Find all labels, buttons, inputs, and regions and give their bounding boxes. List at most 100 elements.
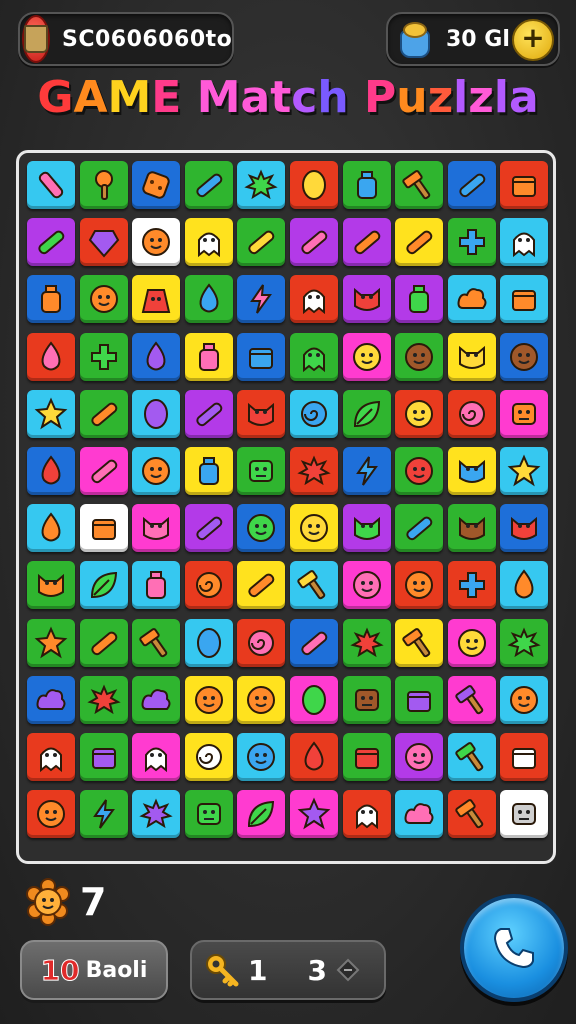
- game-tile[interactable]: [500, 732, 549, 781]
- game-tile[interactable]: [237, 675, 286, 724]
- game-tile[interactable]: [27, 561, 75, 610]
- ball-button[interactable]: 10 Baoli: [20, 940, 168, 1000]
- game-tile[interactable]: [500, 161, 549, 209]
- game-tile[interactable]: [395, 332, 444, 381]
- game-tile[interactable]: [500, 561, 549, 610]
- game-tile[interactable]: [447, 218, 496, 267]
- game-tile[interactable]: [79, 161, 128, 209]
- game-tile[interactable]: [289, 218, 338, 267]
- game-tile[interactable]: [237, 732, 286, 781]
- game-tile[interactable]: [79, 275, 128, 324]
- game-tile[interactable]: [184, 504, 233, 553]
- game-tile[interactable]: [27, 332, 75, 381]
- game-tile[interactable]: [79, 790, 128, 839]
- game-tile[interactable]: [237, 161, 286, 209]
- game-tile[interactable]: [289, 561, 338, 610]
- game-tile[interactable]: [289, 675, 338, 724]
- game-tile[interactable]: [447, 561, 496, 610]
- game-tile[interactable]: [132, 561, 181, 610]
- game-tile[interactable]: [132, 504, 181, 553]
- game-tile[interactable]: [27, 732, 75, 781]
- game-tile[interactable]: [342, 275, 391, 324]
- game-tile[interactable]: [27, 504, 75, 553]
- game-tile[interactable]: [79, 218, 128, 267]
- game-tile[interactable]: [27, 675, 75, 724]
- game-tile[interactable]: [342, 218, 391, 267]
- game-tile[interactable]: [342, 561, 391, 610]
- game-tile[interactable]: [395, 732, 444, 781]
- game-tile[interactable]: [500, 504, 549, 553]
- game-tile[interactable]: [184, 389, 233, 438]
- game-tile[interactable]: [289, 332, 338, 381]
- game-tile[interactable]: [132, 675, 181, 724]
- game-tile[interactable]: [342, 790, 391, 839]
- game-tile[interactable]: [79, 732, 128, 781]
- game-tile[interactable]: [500, 275, 549, 324]
- add-coins-button[interactable]: +: [512, 19, 554, 61]
- game-tile[interactable]: [132, 618, 181, 667]
- game-tile[interactable]: [184, 446, 233, 495]
- game-tile[interactable]: [132, 275, 181, 324]
- game-tile[interactable]: [237, 561, 286, 610]
- game-tile[interactable]: [447, 790, 496, 839]
- game-tile[interactable]: [184, 218, 233, 267]
- game-tile[interactable]: [395, 161, 444, 209]
- game-tile[interactable]: [447, 504, 496, 553]
- game-tile[interactable]: [289, 504, 338, 553]
- game-tile[interactable]: [27, 389, 75, 438]
- game-tile[interactable]: [289, 790, 338, 839]
- game-tile[interactable]: [395, 275, 444, 324]
- game-tile[interactable]: [447, 618, 496, 667]
- game-tile[interactable]: [395, 618, 444, 667]
- game-tile[interactable]: [289, 161, 338, 209]
- game-tile[interactable]: [342, 675, 391, 724]
- game-tile[interactable]: [342, 161, 391, 209]
- game-tile[interactable]: [79, 561, 128, 610]
- game-tile[interactable]: [447, 275, 496, 324]
- game-tile[interactable]: [27, 618, 75, 667]
- game-tile[interactable]: [27, 790, 75, 839]
- game-tile[interactable]: [132, 332, 181, 381]
- game-tile[interactable]: [237, 389, 286, 438]
- game-tile[interactable]: [184, 275, 233, 324]
- game-tile[interactable]: [342, 446, 391, 495]
- game-tile[interactable]: [500, 790, 549, 839]
- game-tile[interactable]: [289, 446, 338, 495]
- game-tile[interactable]: [237, 790, 286, 839]
- game-tile[interactable]: [184, 161, 233, 209]
- game-tile[interactable]: [79, 389, 128, 438]
- game-tile[interactable]: [500, 675, 549, 724]
- game-tile[interactable]: [395, 389, 444, 438]
- game-tile[interactable]: [447, 161, 496, 209]
- game-tile[interactable]: [237, 504, 286, 553]
- game-tile[interactable]: [342, 332, 391, 381]
- game-tile[interactable]: [447, 332, 496, 381]
- game-tile[interactable]: [184, 561, 233, 610]
- game-tile[interactable]: [289, 389, 338, 438]
- game-tile[interactable]: [184, 732, 233, 781]
- game-tile[interactable]: [184, 790, 233, 839]
- game-tile[interactable]: [395, 561, 444, 610]
- game-tile[interactable]: [132, 446, 181, 495]
- game-tile[interactable]: [289, 275, 338, 324]
- game-tile[interactable]: [27, 275, 75, 324]
- game-tile[interactable]: [447, 732, 496, 781]
- game-tile[interactable]: [27, 446, 75, 495]
- game-tile[interactable]: [132, 161, 181, 209]
- game-tile[interactable]: [447, 675, 496, 724]
- game-tile[interactable]: [342, 389, 391, 438]
- game-tile[interactable]: [289, 732, 338, 781]
- game-tile[interactable]: [184, 332, 233, 381]
- game-tile[interactable]: [27, 161, 75, 209]
- game-tile[interactable]: [395, 790, 444, 839]
- game-tile[interactable]: [79, 675, 128, 724]
- game-tile[interactable]: [27, 218, 75, 267]
- game-tile[interactable]: [447, 389, 496, 438]
- game-tile[interactable]: [132, 218, 181, 267]
- game-tile[interactable]: [132, 790, 181, 839]
- game-tile[interactable]: [237, 218, 286, 267]
- game-tile[interactable]: [237, 275, 286, 324]
- game-tile[interactable]: [395, 504, 444, 553]
- call-button[interactable]: [460, 894, 568, 1002]
- game-tile[interactable]: [79, 618, 128, 667]
